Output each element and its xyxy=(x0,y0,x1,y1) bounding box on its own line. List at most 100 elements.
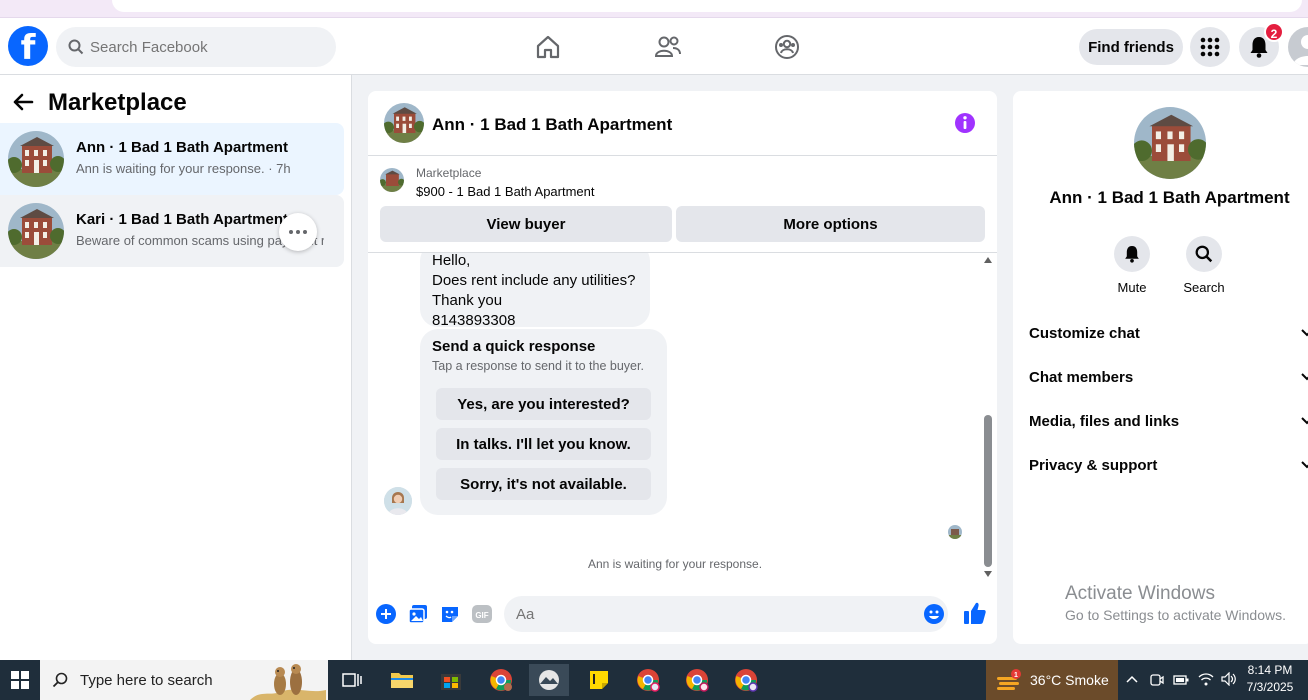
file-explorer-icon[interactable] xyxy=(382,664,422,696)
mute-label: Mute xyxy=(1117,280,1147,295)
view-buyer-button[interactable]: View buyer xyxy=(380,206,672,242)
media-files-links-section[interactable]: Media, files and links xyxy=(1029,406,1308,436)
apartment-thumbnail xyxy=(8,203,64,259)
more-options-button[interactable]: More options xyxy=(676,206,985,242)
weather-widget[interactable]: 1 36°C Smoke xyxy=(986,660,1118,700)
chevron-down-icon xyxy=(1301,461,1308,469)
buyer-message-bubble[interactable]: Hello, Does rent include any utilities? … xyxy=(420,253,650,329)
sticker-icon[interactable] xyxy=(440,604,460,624)
conversation-title: Kari · 1 Bad 1 Bath Apartment xyxy=(76,211,288,228)
message-thread: Hello, Does rent include any utilities? … xyxy=(368,253,997,588)
quick-response-in-talks-button[interactable]: In talks. I'll let you know. xyxy=(436,428,651,460)
conversation-item-ann[interactable]: Ann · 1 Bad 1 Bath Apartment Ann is wait… xyxy=(0,123,344,195)
message-scrollbar[interactable] xyxy=(982,253,994,588)
speaker-icon[interactable] xyxy=(1221,672,1237,686)
section-label: Media, files and links xyxy=(1029,412,1180,430)
apartment-thumbnail[interactable] xyxy=(384,103,424,143)
chat-info-panel: Ann · 1 Bad 1 Bath Apartment Mute Search… xyxy=(1013,91,1308,644)
friends-icon[interactable] xyxy=(651,30,685,64)
scroll-down-icon[interactable] xyxy=(984,571,992,577)
sticky-notes-icon[interactable] xyxy=(579,664,619,696)
message-input[interactable] xyxy=(504,596,948,632)
thumbs-up-icon[interactable] xyxy=(964,601,986,625)
find-friends-button[interactable]: Find friends xyxy=(1079,29,1183,65)
message-line: Hello, xyxy=(432,253,471,269)
chat-header: Ann · 1 Bad 1 Bath Apartment xyxy=(368,91,997,156)
search-input[interactable] xyxy=(90,38,310,56)
clock[interactable]: 8:14 PM 7/3/2025 xyxy=(1240,662,1300,696)
emoji-icon[interactable] xyxy=(924,604,944,624)
chat-members-section[interactable]: Chat members xyxy=(1029,362,1308,392)
svg-text:GIF: GIF xyxy=(475,611,488,620)
scrollbar-thumb[interactable] xyxy=(984,415,992,567)
wifi-icon[interactable] xyxy=(1198,672,1214,686)
chrome-profile-1-icon[interactable] xyxy=(481,664,521,696)
menu-grid-icon[interactable] xyxy=(1190,27,1230,67)
chrome-profile-4-icon[interactable] xyxy=(726,664,766,696)
weather-alert-count: 1 xyxy=(1014,672,1018,679)
windows-start-icon[interactable] xyxy=(0,664,40,696)
conversation-item-kari[interactable]: Kari · 1 Bad 1 Bath Apartment Beware of … xyxy=(0,195,344,267)
add-plus-icon[interactable] xyxy=(376,604,396,624)
active-app-icon[interactable] xyxy=(529,664,569,696)
clock-time: 8:14 PM xyxy=(1247,663,1293,677)
privacy-support-section[interactable]: Privacy & support xyxy=(1029,450,1308,480)
mute-action[interactable]: Mute xyxy=(1102,236,1162,295)
back-arrow-icon[interactable] xyxy=(12,93,34,116)
groups-icon[interactable] xyxy=(770,30,804,64)
bell-icon[interactable] xyxy=(1114,236,1150,272)
task-view-icon[interactable] xyxy=(332,664,372,696)
search-action[interactable]: Search xyxy=(1174,236,1234,295)
message-line: 8143893308 xyxy=(432,312,516,329)
profile-avatar[interactable] xyxy=(1288,27,1308,67)
meerkat-search-illustration-icon xyxy=(250,664,326,700)
windows-taskbar: Type here to search 1 36°C Smoke 8:14 PM… xyxy=(0,660,1308,700)
battery-icon[interactable] xyxy=(1173,674,1189,686)
microsoft-store-icon[interactable] xyxy=(431,664,471,696)
chat-info-title: Ann · 1 Bad 1 Bath Apartment xyxy=(1049,188,1290,207)
apartment-thumbnail xyxy=(8,131,64,187)
customize-chat-section[interactable]: Customize chat xyxy=(1029,318,1308,348)
chevron-up-icon[interactable] xyxy=(1126,675,1138,683)
section-label: Customize chat xyxy=(1029,324,1140,342)
message-line: Thank you xyxy=(432,292,503,309)
seen-indicator-avatar xyxy=(948,525,962,539)
meet-now-icon[interactable] xyxy=(1150,672,1164,688)
taskbar-search-box[interactable]: Type here to search xyxy=(40,660,328,700)
chrome-profile-3-icon[interactable] xyxy=(677,664,717,696)
waiting-status-text: Ann is waiting for your response. xyxy=(587,557,763,571)
section-label: Privacy & support xyxy=(1029,456,1158,474)
home-icon[interactable] xyxy=(531,30,565,64)
taskbar-search-placeholder: Type here to search xyxy=(80,671,213,689)
listing-price[interactable]: $900 - 1 Bad 1 Bath Apartment xyxy=(416,184,595,199)
marketplace-title: Marketplace xyxy=(48,89,187,116)
quick-response-card: Send a quick response Tap a response to … xyxy=(420,329,667,515)
search-icon xyxy=(68,39,84,55)
weather-smoke-icon: 1 xyxy=(997,669,1021,690)
top-navigation: f Find friends 2 xyxy=(0,18,1308,75)
sender-avatar[interactable] xyxy=(384,487,412,515)
quick-response-not-available-button[interactable]: Sorry, it's not available. xyxy=(436,468,651,500)
marketplace-conversation-list: Marketplace Ann · 1 Bad 1 Bath Apartment… xyxy=(0,75,352,660)
conversation-title: Ann · 1 Bad 1 Bath Apartment xyxy=(76,139,288,156)
scroll-up-icon[interactable] xyxy=(984,257,992,263)
weather-text: 36°C Smoke xyxy=(1030,672,1109,688)
listing-source: Marketplace xyxy=(416,166,482,180)
info-icon[interactable] xyxy=(954,112,976,139)
chevron-down-icon xyxy=(1301,329,1308,337)
browser-address-bar-area xyxy=(0,0,1308,18)
chat-title[interactable]: Ann · 1 Bad 1 Bath Apartment xyxy=(432,115,672,135)
listing-avatar[interactable] xyxy=(1134,107,1206,179)
facebook-logo[interactable]: f xyxy=(8,26,48,66)
chrome-profile-2-icon[interactable] xyxy=(628,664,668,696)
message-composer: GIF xyxy=(368,588,997,644)
gif-icon[interactable]: GIF xyxy=(472,604,492,624)
browser-url-field[interactable] xyxy=(112,0,1302,12)
search-label: Search xyxy=(1183,280,1225,295)
more-options-icon[interactable] xyxy=(279,213,317,251)
search-icon[interactable] xyxy=(1186,236,1222,272)
photo-gallery-icon[interactable] xyxy=(408,604,428,624)
chevron-down-icon xyxy=(1301,373,1308,381)
quick-response-interested-button[interactable]: Yes, are you interested? xyxy=(436,388,651,420)
search-bar[interactable] xyxy=(56,27,336,67)
